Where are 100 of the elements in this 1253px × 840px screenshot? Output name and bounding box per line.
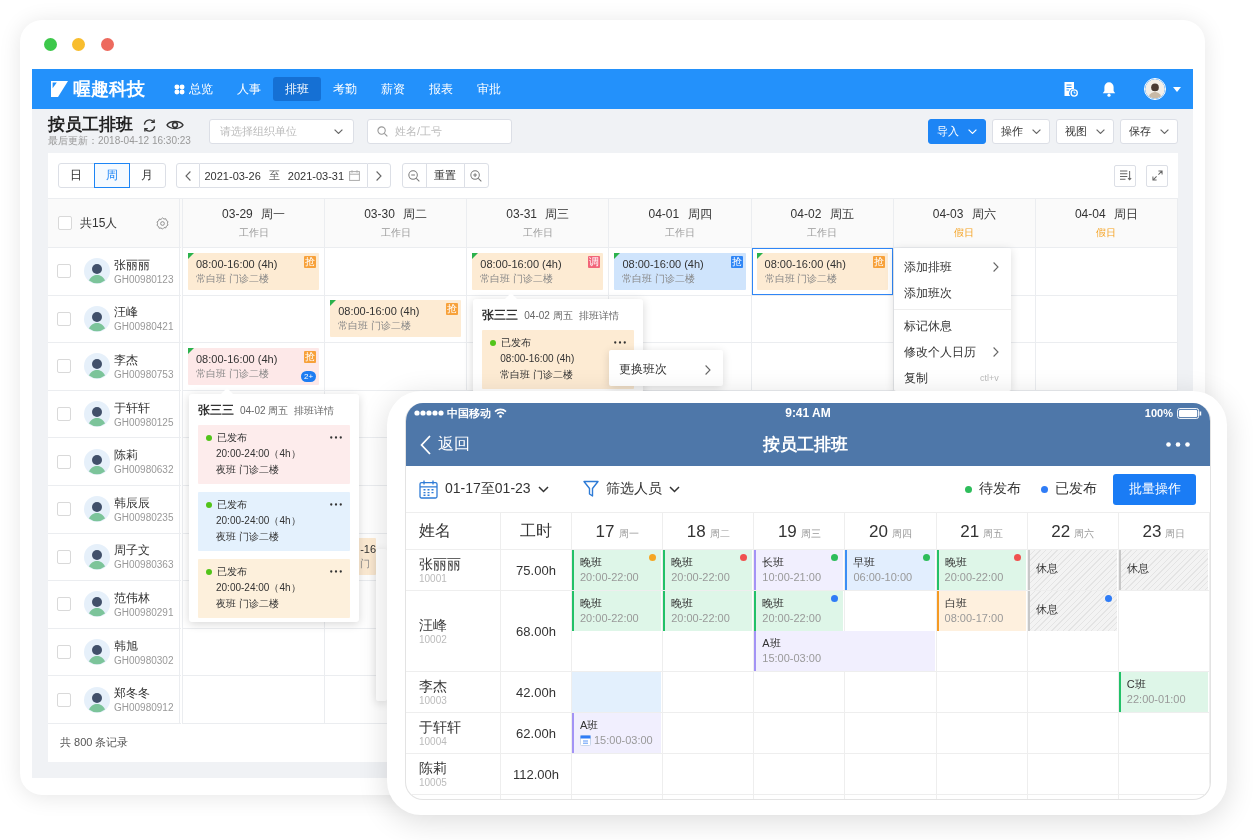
publish-status: 已发布 [217, 497, 247, 512]
shift-time: -16 [360, 542, 377, 558]
shift-name: A班 [580, 718, 599, 732]
employee-name: 范伟林 [114, 589, 151, 606]
employee-id: GH00980291 [114, 605, 174, 619]
shift-location: 常白班 门诊二楼 [500, 367, 574, 382]
shift-time: 06:00-10:00 [853, 570, 913, 584]
shift-time: 20:00-22:00 [671, 611, 730, 625]
day-number: 21 [960, 522, 980, 542]
publish-status: 已发布 [217, 430, 247, 445]
shift-name: 晚班 [671, 596, 694, 610]
employee-id: 10005 [419, 776, 447, 789]
employee-id: 10002 [419, 633, 447, 646]
publish-status: 已发布 [217, 564, 247, 579]
employee-id: GH00980421 [114, 320, 174, 334]
shift-name: 长班 [762, 555, 785, 569]
shift-location: 常白班 门诊二楼 [764, 271, 838, 286]
employee-name: 韩旭 [114, 637, 139, 654]
employee-id: GH00980302 [114, 653, 174, 667]
shift-location: 常白班 门诊二楼 [338, 319, 411, 334]
shift-time: 08:00-16:00 (4h) [480, 256, 562, 272]
column-header: 姓名 [406, 513, 501, 549]
shift-time: 10:00-21:00 [762, 570, 821, 584]
shift-time: 08:00-16:00 (4h) [500, 351, 575, 366]
weekday-label: 周三 [800, 527, 821, 541]
employee-id: GH00980753 [114, 368, 174, 381]
day-number: 19 [777, 522, 797, 542]
employee-name: 于轩轩 [419, 718, 461, 736]
employee-name: 郑冬冬 [114, 685, 151, 702]
shortcut-hint: ctl+v [979, 373, 999, 383]
shift-time: 08:00-16:00 (4h) [196, 256, 278, 272]
employee-count: 共15人 [80, 214, 118, 232]
employee-id: 10003 [419, 694, 447, 707]
work-hours: 68.00h [516, 623, 556, 639]
employee-name: 汪峰 [114, 304, 139, 321]
shift-time: 20:00-24:00（4h） [216, 446, 301, 461]
day-number: 20 [869, 522, 888, 542]
employee-name: 张三三 [198, 402, 234, 417]
employee-name: 韩辰辰 [114, 494, 151, 511]
employee-name: 李杰 [114, 352, 139, 368]
work-hours: 42.00h [516, 684, 556, 700]
legend-label: 已发布 [1055, 480, 1097, 498]
carrier-name: 中国移动 [447, 405, 491, 421]
day-number: 22 [1051, 522, 1071, 542]
shift-location: 夜班 门诊二楼 [216, 529, 279, 544]
shift-time: 20:00-22:00 [944, 570, 1004, 584]
last-updated-text: 最后更新：2018-04-12 16:30:23 [48, 135, 192, 147]
rest-label: 休息 [1035, 602, 1058, 616]
shift-tag: 抢 [304, 255, 317, 268]
popover-title: 排班详情 [578, 308, 619, 323]
day-type-label: 工作日 [238, 226, 269, 240]
day-heading: 04-01 周四 [648, 206, 712, 223]
day-heading: 03-29 周一 [222, 206, 286, 223]
shift-name: 晚班 [580, 555, 602, 569]
employee-id: 10001 [419, 572, 447, 585]
shift-time: 20:00-24:00（4h） [216, 513, 301, 528]
day-heading: 03-31 周三 [506, 206, 570, 223]
brand-name: 喔趣科技 [73, 78, 145, 101]
battery-percent: 100% [1144, 407, 1173, 419]
day-type-label: 假日 [954, 226, 975, 240]
shift-location: 常白班 门诊二楼 [196, 271, 269, 286]
weekday-label: 周五 [983, 527, 1004, 541]
shift-name: A班 [762, 636, 781, 650]
weekday-label: 周日 [1165, 527, 1186, 541]
shift-time: 08:00-17:00 [944, 611, 1004, 625]
shift-name: 白班 [944, 596, 967, 610]
weekday-label: 周四 [891, 527, 912, 541]
rest-label: 休息 [1126, 561, 1149, 575]
shift-time: 08:00-16:00 (4h) [622, 256, 704, 272]
employee-id: GH00980632 [114, 463, 174, 477]
employee-id: 10004 [419, 735, 447, 748]
employee-id: GH00980235 [114, 510, 174, 524]
shift-location: 门 [360, 557, 371, 572]
shift-location: 常白班 门诊二楼 [196, 367, 269, 381]
clock-time: 9:41 AM [785, 406, 831, 420]
shift-time: 15:00-03:00 [594, 733, 653, 747]
shift-time: 20:00-24:00（4h） [216, 580, 301, 595]
day-heading: 03-30 周二 [364, 206, 428, 223]
shift-time: 22:00-01:00 [1126, 692, 1186, 706]
employee-id: GH00980123 [114, 272, 174, 286]
popover-date: 04-02 周五 [240, 403, 289, 418]
shift-name: 晚班 [580, 596, 602, 610]
day-heading: 04-03 周六 [932, 206, 996, 223]
day-type-label: 工作日 [380, 226, 411, 240]
employee-id: GH00980125 [114, 415, 174, 429]
shift-time: 08:00-16:00 (4h) [764, 256, 846, 272]
publish-status: 已发布 [501, 335, 532, 350]
shift-name: 晚班 [762, 596, 785, 610]
day-type-label: 工作日 [807, 226, 838, 240]
work-hours: 112.00h [513, 766, 559, 782]
employee-name: 李杰 [419, 677, 447, 695]
employee-name: 张三三 [482, 307, 519, 322]
employee-id: GH00980912 [114, 701, 174, 715]
day-type-label: 工作日 [522, 226, 553, 240]
column-header: 工时 [501, 513, 572, 549]
shift-tag: 抢 [446, 303, 459, 316]
shift-name: 早班 [853, 555, 876, 569]
shift-location: 夜班 门诊二楼 [216, 462, 279, 477]
popover-date: 04-02 周五 [524, 308, 573, 323]
day-heading: 04-02 周五 [790, 206, 854, 223]
